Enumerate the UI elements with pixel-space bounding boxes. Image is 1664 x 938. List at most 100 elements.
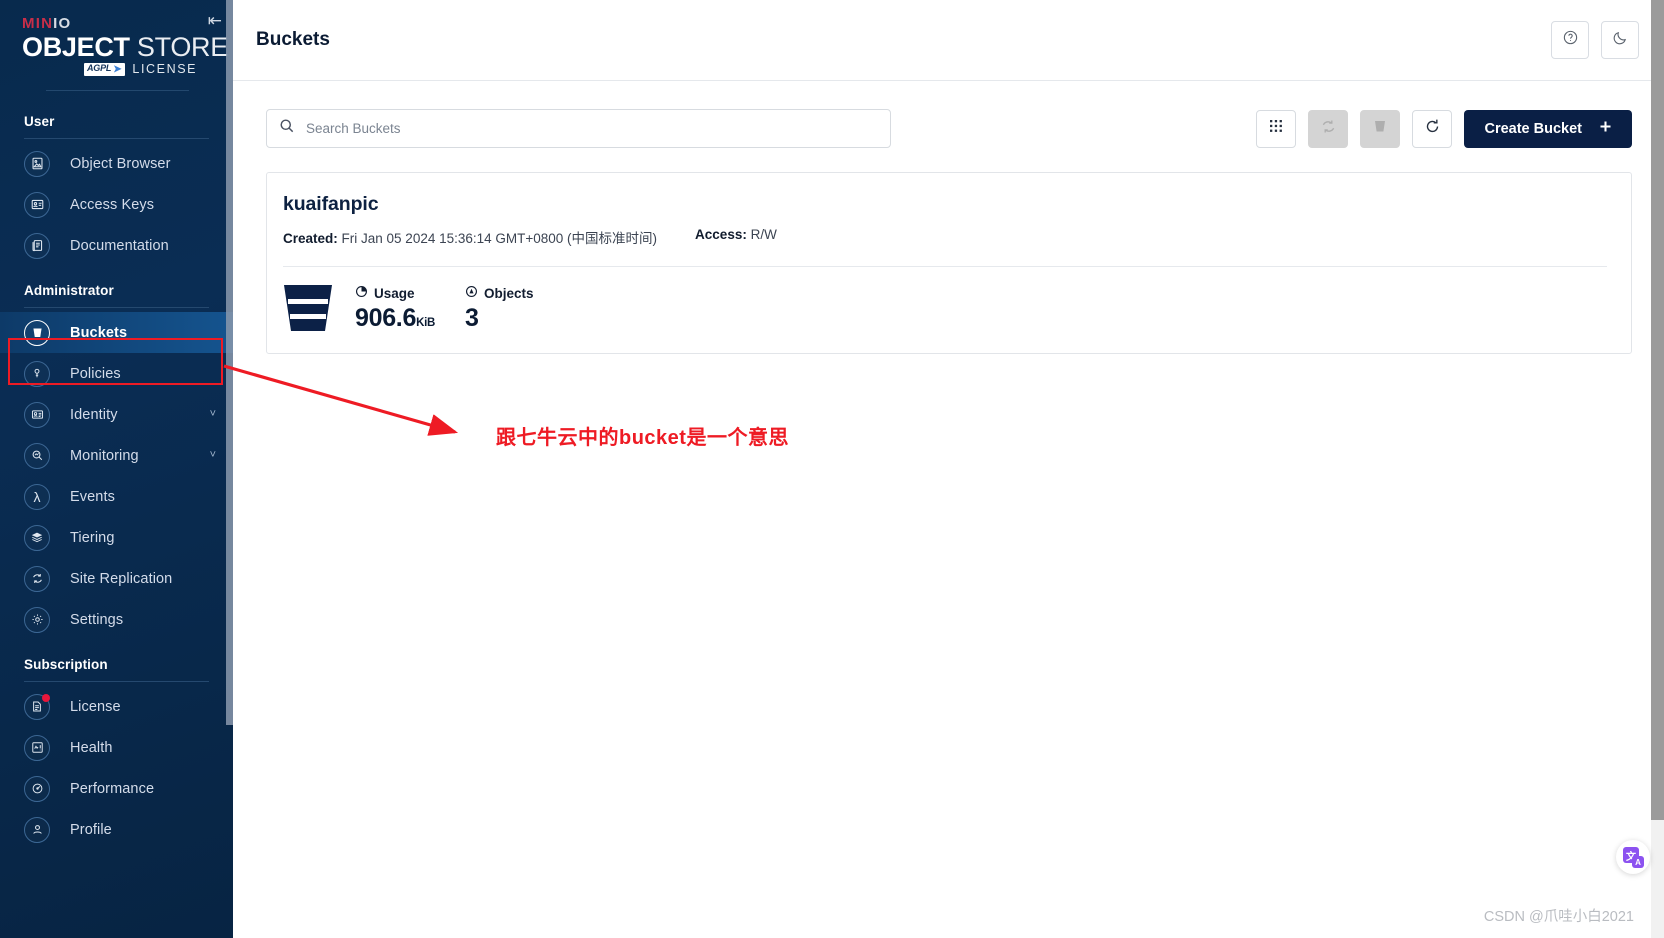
objects-icon [465,285,478,301]
annotation-note-text: 跟七牛云中的bucket是一个意思 [496,427,789,449]
sidebar-item-performance[interactable]: Performance [0,768,233,809]
bucket-stats: Usage 906.6KiB Objects 3 [267,267,1607,353]
documentation-icon [24,232,50,259]
toolbar-right-actions: Create Bucket [1256,109,1632,148]
sidebar: ⇤ MINIO OBJECT STORE AGPL ➤ LICENSE User [0,0,233,938]
help-button[interactable] [1551,21,1589,59]
refresh-button[interactable] [1412,109,1453,148]
policies-icon [24,360,50,387]
bucket-glyph-icon [283,285,333,331]
sidebar-logo: ⇤ MINIO OBJECT STORE AGPL ➤ LICENSE [0,0,233,97]
replication-button[interactable] [1308,109,1349,148]
sidebar-item-settings[interactable]: Settings [0,599,233,640]
sidebar-item-site-replication[interactable]: Site Replication [0,558,233,599]
sidebar-item-label: Object Browser [70,155,171,172]
usage-label: Usage [374,285,415,301]
page-scrollbar[interactable] [1651,0,1664,938]
sidebar-item-documentation[interactable]: Documentation [0,225,233,266]
sidebar-item-label: Profile [70,821,112,838]
sidebar-item-events[interactable]: λ Events [0,476,233,517]
access-keys-icon [24,191,50,218]
sidebar-item-profile[interactable]: Profile [0,809,233,850]
profile-icon [24,816,50,843]
site-replication-icon [24,565,50,592]
sidebar-item-access-keys[interactable]: Access Keys [0,184,233,225]
refresh-icon [1424,118,1441,140]
sidebar-item-label: Documentation [70,237,169,254]
section-label-subscription: Subscription [24,657,108,673]
agpl-text: AGPL [87,63,112,74]
health-icon [24,734,50,761]
moon-icon [1612,29,1629,51]
search-buckets-box[interactable] [266,109,891,148]
chevron-down-icon[interactable]: ˅ [210,450,216,461]
logo-io-text: IO [53,15,72,32]
search-input[interactable] [306,121,878,136]
sidebar-item-health[interactable]: Health [0,727,233,768]
create-bucket-label: Create Bucket [1484,120,1582,137]
sidebar-item-label: License [70,698,121,715]
sidebar-item-label: Events [70,488,115,505]
logo-min-text: MIN [22,15,54,32]
bucket-card[interactable]: kuaifanpic Created: Fri Jan 05 2024 15:3… [266,172,1632,354]
section-label-user: User [24,114,55,130]
sidebar-item-label: Access Keys [70,196,155,213]
translate-widget-button[interactable]: 文 A [1616,840,1650,874]
create-bucket-button[interactable]: Create Bucket [1464,109,1632,148]
plus-icon [1599,120,1612,137]
license-word-text: LICENSE [132,62,198,77]
section-rule-subscription [24,681,209,683]
page-header: Buckets [233,0,1664,81]
gear-icon [24,606,50,633]
usage-stat: Usage 906.6KiB [355,285,435,331]
feather-icon: ➤ [113,63,122,75]
sidebar-collapse-icon[interactable]: ⇤ [208,12,222,29]
csdn-watermark: CSDN @爪哇小白2021 [1483,909,1634,925]
sidebar-item-object-browser[interactable]: Object Browser [0,143,233,184]
sidebar-item-monitoring[interactable]: Monitoring ˅ [0,435,233,476]
sidebar-item-buckets[interactable]: Buckets [0,312,233,354]
sidebar-item-license[interactable]: License [0,686,233,727]
sidebar-item-policies[interactable]: Policies [0,353,233,394]
sidebar-item-tiering[interactable]: Tiering [0,517,233,558]
agpl-badge: AGPL ➤ [84,62,126,76]
delete-buckets-button[interactable] [1360,109,1401,148]
sidebar-item-label: Health [70,739,113,756]
access-label: Access: [695,227,747,242]
object-browser-icon [24,150,50,177]
logo-store-text: STORE [136,32,228,62]
delete-bucket-icon [1372,118,1388,139]
created-value: Fri Jan 05 2024 15:36:14 GMT+0800 (中国标准时… [341,231,658,246]
page-scrollbar-thumb[interactable] [1651,0,1664,820]
license-badge-row: AGPL ➤ LICENSE [22,62,213,76]
bucket-name: kuaifanpic [283,193,379,215]
section-rule-user [24,138,209,140]
objects-stat: Objects 3 [465,285,534,331]
license-notification-badge [42,693,50,702]
page-title: Buckets [256,29,330,50]
theme-toggle-button[interactable] [1601,21,1639,59]
grid-icon [1268,118,1284,139]
sidebar-item-label: Settings [70,611,124,628]
sidebar-item-identity[interactable]: Identity ˅ [0,394,233,435]
main-area: Buckets Search Buckets Create Bucket kua… [233,0,1664,938]
sidebar-item-label: Tiering [70,529,115,546]
bucket-icon [24,319,50,346]
sidebar-item-label: Identity [70,406,118,423]
page-content: Create Bucket kuaifanpic Created: Fri Ja [233,81,1664,938]
sidebar-item-label: Performance [70,780,155,797]
performance-icon [24,775,50,802]
grid-view-button[interactable] [1256,109,1297,148]
sidebar-item-label: Monitoring [70,447,139,464]
logo-minio-wordmark: MINIO [22,16,213,31]
objects-label: Objects [483,285,534,301]
chevron-down-icon[interactable]: ˅ [210,409,216,420]
section-rule-administrator [24,307,209,309]
minio-console-app: ⇤ MINIO OBJECT STORE AGPL ➤ LICENSE User [0,0,1664,938]
usage-value-wrap: 906.6KiB [355,306,435,331]
objects-value: 3 [464,304,479,332]
sidebar-scrollbar[interactable] [226,0,233,725]
search-icon [279,118,295,139]
logo-divider [46,90,189,92]
bucket-access: Access: R/W [695,227,777,247]
